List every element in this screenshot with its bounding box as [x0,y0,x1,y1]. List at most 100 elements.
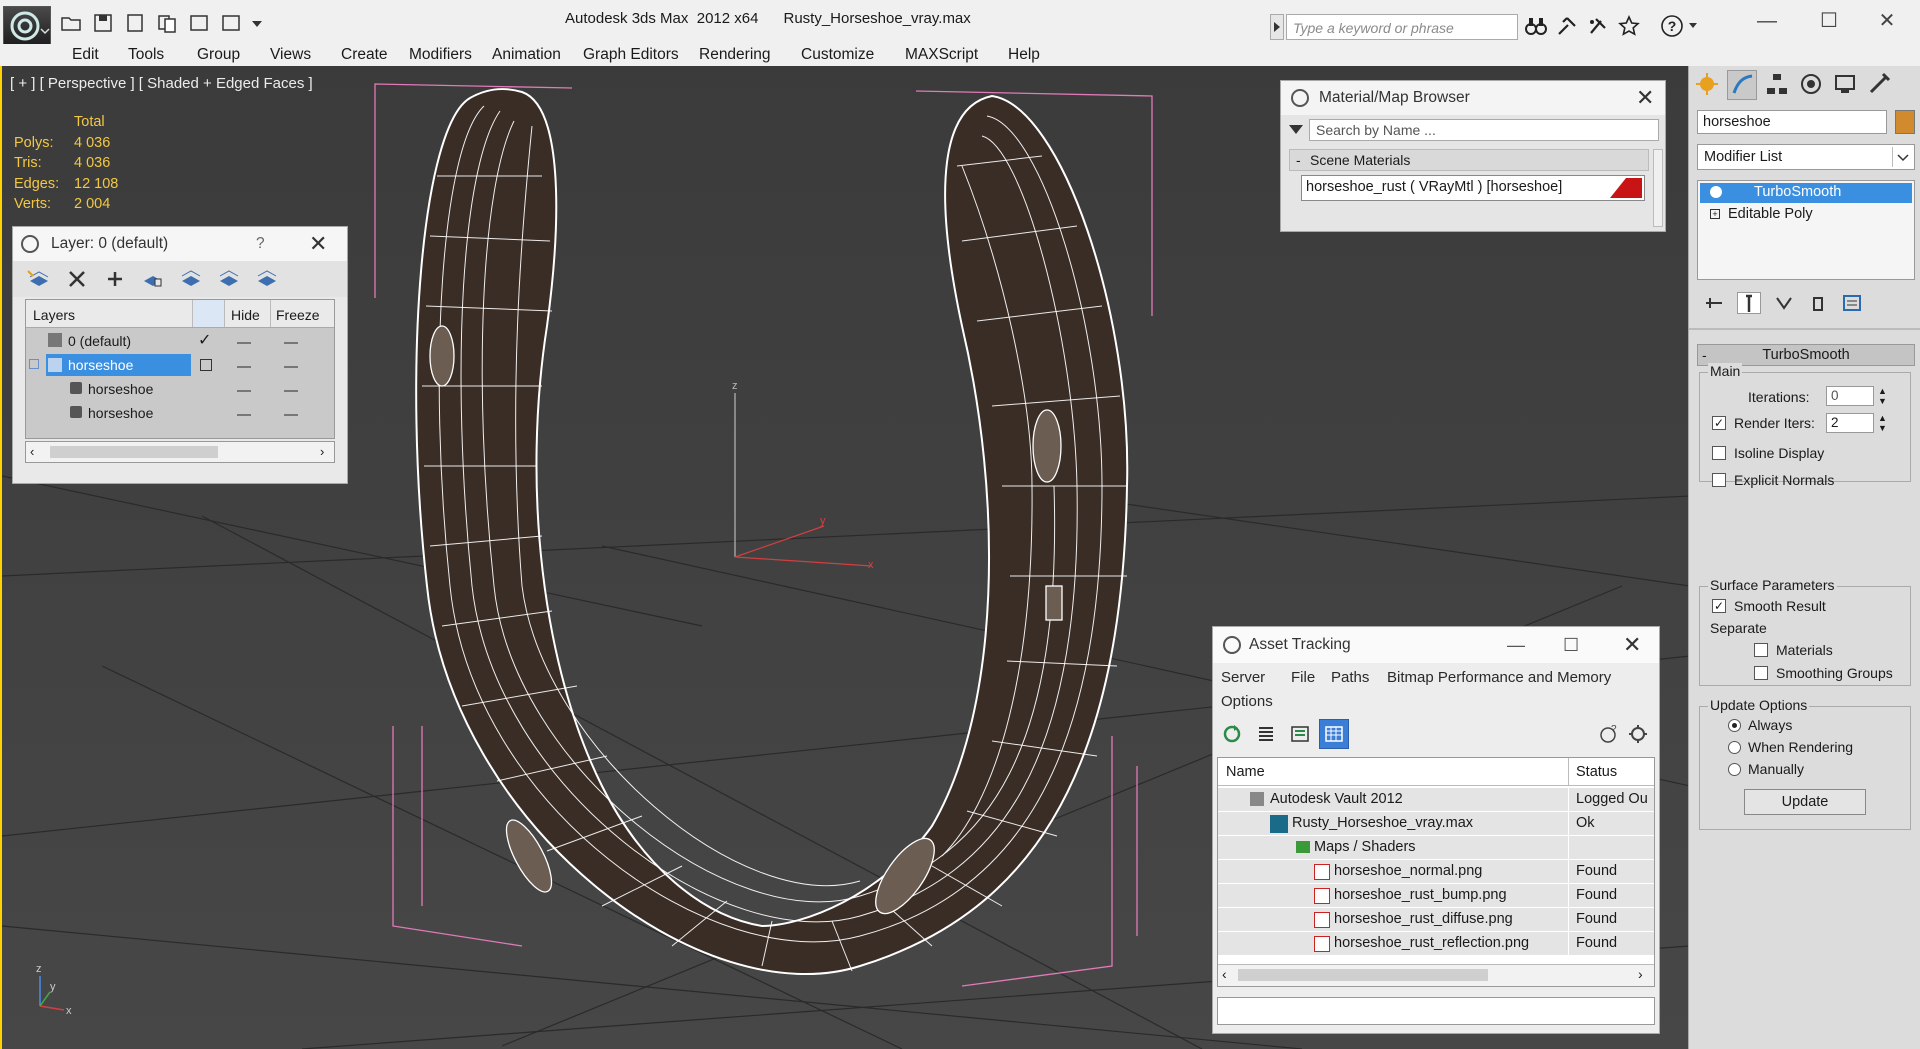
infocenter-expand-icon[interactable] [1270,14,1284,40]
minimize-button[interactable]: — [1744,6,1790,36]
manually-radio[interactable] [1728,763,1741,776]
spinner-arrows-icon[interactable]: ▲ ▼ [1878,386,1887,406]
asset-menu-server[interactable]: Server [1221,669,1265,686]
asset-menu-paths[interactable]: Paths [1331,669,1369,686]
hide-toggle[interactable] [237,366,251,368]
scroll-left-icon[interactable]: ‹ [30,444,34,459]
asset-row[interactable]: Rusty_Horseshoe_vray.max Ok [1218,812,1654,836]
asset-path-field[interactable] [1217,997,1655,1025]
remove-modifier-icon[interactable] [1807,292,1829,314]
select-in-layer-icon[interactable] [141,269,165,289]
scroll-right-icon[interactable]: › [1638,966,1643,982]
freeze-toggle[interactable] [284,342,298,344]
app-logo-button[interactable] [3,6,51,46]
asset-row[interactable]: horseshoe_rust_diffuse.png Found [1218,908,1654,932]
update-button[interactable]: Update [1744,789,1866,815]
asset-row[interactable]: Autodesk Vault 2012 Logged Ou [1218,788,1654,812]
pin-stack-icon[interactable] [1703,292,1725,314]
menu-graph-editors[interactable]: Graph Editors [583,44,679,66]
hide-unhide-all-icon[interactable] [217,269,241,289]
communication-center-icon[interactable] [1586,14,1610,38]
highlight-selected-layer-icon[interactable] [179,269,203,289]
layer-help-button[interactable]: ? [256,227,265,261]
asset-horizontal-scrollbar[interactable]: ‹ › [1218,964,1654,986]
render-iters-checkbox[interactable]: ✓ [1712,416,1726,430]
object-color-swatch[interactable] [1895,110,1915,134]
menu-customize[interactable]: Customize [801,44,874,66]
set-current-layer-icon[interactable] [200,359,212,371]
col-hide[interactable]: Hide [231,307,260,323]
stack-item-turbosmooth[interactable]: TurboSmooth [1700,183,1912,203]
refresh-icon[interactable] [1221,723,1243,745]
asset-close-button[interactable]: ✕ [1623,627,1641,663]
col-status[interactable]: Status [1576,764,1617,780]
stack-item-editable-poly[interactable]: + Editable Poly [1700,205,1912,225]
freeze-unfreeze-all-icon[interactable] [255,269,279,289]
open-file-icon[interactable] [58,10,84,36]
make-unique-icon[interactable] [1773,292,1795,314]
explicit-normals-checkbox[interactable] [1712,473,1726,487]
help-icon[interactable]: ? [1660,14,1684,38]
menu-group[interactable]: Group [197,44,240,66]
asset-menu-options[interactable]: Options [1221,693,1273,710]
menu-maxscript[interactable]: MAXScript [905,44,978,66]
col-layers[interactable]: Layers [33,307,75,323]
iterations-spinner[interactable]: 0 [1826,386,1874,406]
layer-panel-close-button[interactable]: ✕ [309,227,327,261]
active-layer-check-icon[interactable]: ✓ [198,330,211,350]
menu-create[interactable]: Create [341,44,388,66]
material-browser-close-button[interactable]: ✕ [1636,81,1654,115]
smooth-result-checkbox[interactable]: ✓ [1712,599,1726,613]
asset-row[interactable]: Maps / Shaders [1218,836,1654,860]
add-to-layer-icon[interactable] [103,269,127,289]
lightbulb-icon[interactable] [1710,186,1722,198]
favorites-star-icon[interactable] [1617,14,1641,38]
freeze-toggle[interactable] [284,366,298,368]
new-scene-icon[interactable] [122,10,148,36]
asset-row[interactable]: horseshoe_rust_bump.png Found [1218,884,1654,908]
always-radio[interactable] [1728,719,1741,732]
object-row[interactable]: horseshoe [26,402,334,426]
freeze-toggle[interactable] [284,390,298,392]
asset-maximize-button[interactable]: ☐ [1563,627,1579,663]
help-globe-icon[interactable]: ? [1597,723,1619,745]
chevron-down-icon[interactable] [1892,147,1912,167]
tree-view-icon[interactable] [1289,723,1311,745]
hide-toggle[interactable] [237,390,251,392]
menu-rendering[interactable]: Rendering [699,44,771,66]
binoculars-icon[interactable] [1524,14,1548,38]
object-name-field[interactable]: horseshoe [1697,110,1887,134]
configure-modifier-sets-icon[interactable] [1841,292,1863,314]
object-row[interactable]: horseshoe [26,378,334,402]
asset-row[interactable]: horseshoe_rust_reflection.png Found [1218,932,1654,956]
spinner-arrows-icon[interactable]: ▲ ▼ [1878,413,1887,433]
modify-tab-icon[interactable] [1727,70,1757,100]
menu-tools[interactable]: Tools [128,44,164,66]
utilities-tab-icon[interactable] [1865,70,1893,100]
help-dropdown-icon[interactable] [1688,18,1698,32]
infocenter-search-input[interactable]: Type a keyword or phrase [1286,14,1518,40]
menu-edit[interactable]: Edit [72,44,99,66]
undo-icon[interactable] [186,10,212,36]
delete-layer-icon[interactable] [65,269,89,289]
settings-tool-icon[interactable] [1627,723,1649,745]
hold-icon[interactable] [154,10,180,36]
material-item[interactable]: horseshoe_rust ( VRayMtl ) [horseshoe] [1301,175,1645,201]
render-iters-spinner[interactable]: 2 [1826,413,1874,433]
maximize-button[interactable]: ☐ [1806,6,1852,36]
list-view-icon[interactable] [1255,723,1277,745]
scroll-left-icon[interactable]: ‹ [1222,966,1227,982]
hide-toggle[interactable] [237,342,251,344]
expand-plus-icon[interactable]: + [1710,209,1720,219]
browser-scrollbar[interactable] [1653,149,1663,227]
viewport-label-menu[interactable]: [ + ] [ Perspective ] [ Shaded + Edged F… [10,75,313,92]
menu-help[interactable]: Help [1008,44,1040,66]
scene-materials-section[interactable]: - Scene Materials [1289,149,1649,171]
scroll-thumb[interactable] [1238,969,1488,981]
hide-toggle[interactable] [237,414,251,416]
col-freeze[interactable]: Freeze [276,307,320,323]
asset-menu-bitmap-performance[interactable]: Bitmap Performance and Memory [1387,669,1611,686]
asset-menu-file[interactable]: File [1291,669,1315,686]
when-rendering-radio[interactable] [1728,741,1741,754]
section-collapse-icon[interactable]: - [1296,152,1301,168]
